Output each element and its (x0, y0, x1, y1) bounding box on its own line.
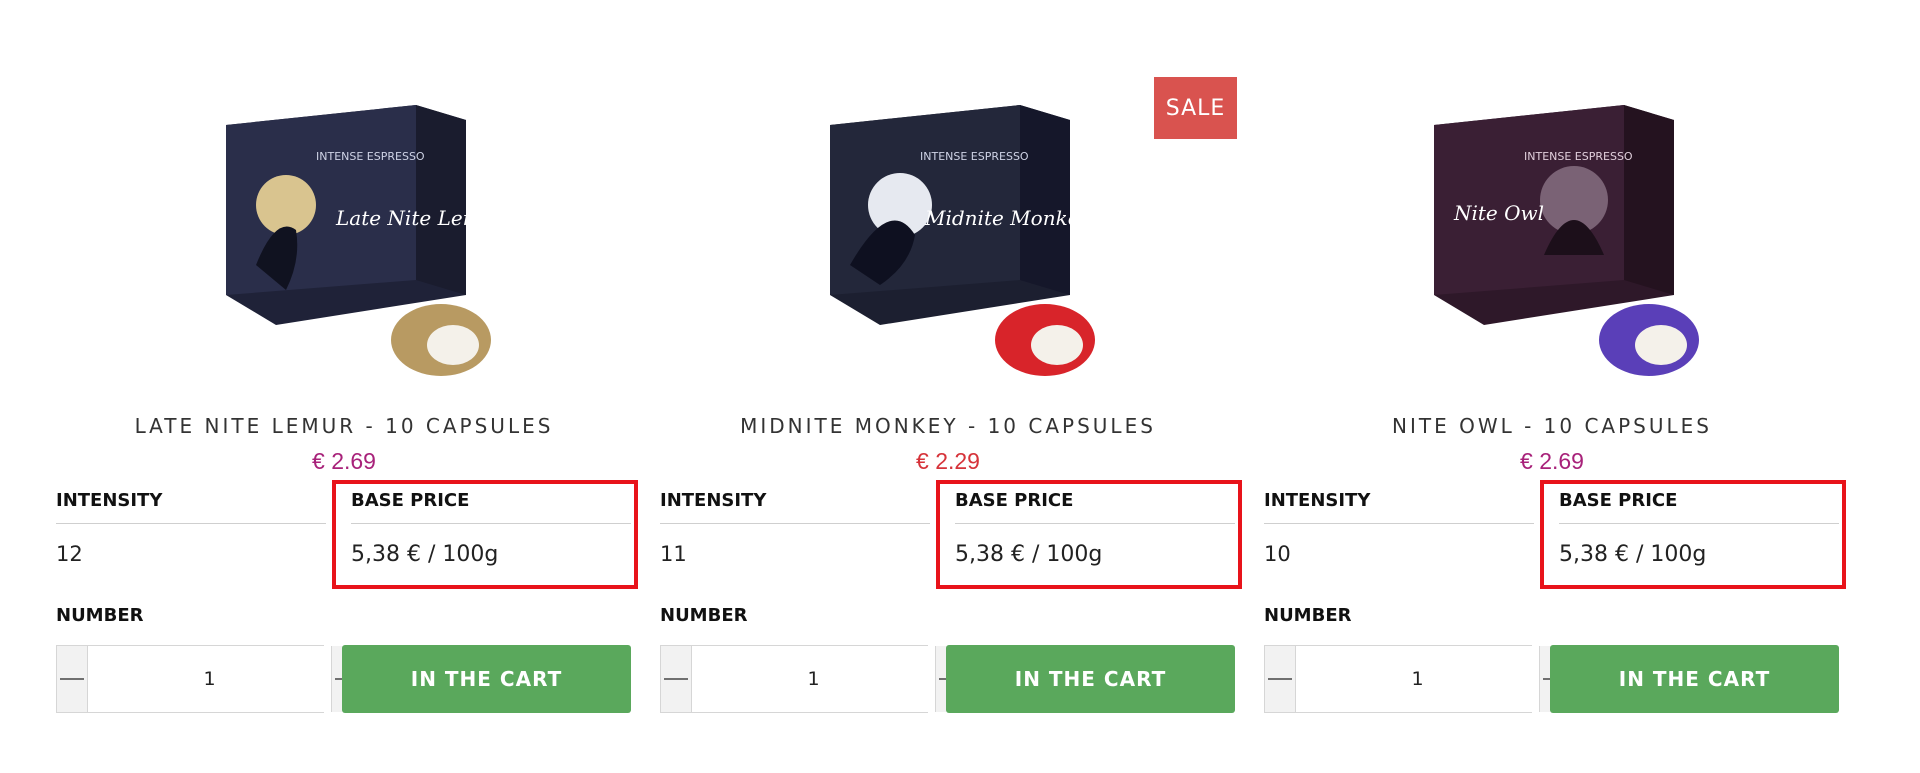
product-title[interactable]: NITE OWL - 10 CAPSULES (1264, 414, 1840, 438)
product-price: € 2.69 (1520, 448, 1584, 474)
quantity-stepper (1264, 645, 1570, 713)
product-price: € 2.69 (312, 448, 376, 474)
svg-text:Midnite Monkey: Midnite Monkey (924, 206, 1092, 230)
svg-text:INTENSE ESPRESSO: INTENSE ESPRESSO (920, 150, 1029, 163)
svg-text:Late Nite Lemur: Late Nite Lemur (335, 206, 506, 230)
add-to-cart-button[interactable]: IN THE CART (946, 645, 1235, 713)
intensity-label: INTENSITY (56, 490, 326, 524)
base-price-highlight-box (1540, 480, 1846, 589)
minus-icon (60, 678, 84, 680)
intensity-label: INTENSITY (1264, 490, 1534, 524)
product-image[interactable]: INTENSE ESPRESSO Midnite Monkey (820, 95, 1120, 385)
quantity-stepper (56, 645, 362, 713)
minus-icon (1268, 678, 1292, 680)
intensity-column: INTENSITY 10 (1264, 490, 1534, 566)
product-card-midnite-monkey: SALE INTENSE ESPRESSO Midnite Monkey MID… (660, 0, 1242, 773)
decrement-button[interactable] (661, 646, 691, 712)
quantity-stepper (660, 645, 966, 713)
intensity-value: 12 (56, 542, 83, 566)
add-to-cart-button[interactable]: IN THE CART (1550, 645, 1839, 713)
product-image[interactable]: INTENSE ESPRESSO Late Nite Lemur (216, 95, 516, 385)
product-image[interactable]: INTENSE ESPRESSO Nite Owl (1424, 95, 1724, 385)
intensity-column: INTENSITY 11 (660, 490, 930, 566)
base-price-highlight-box (332, 480, 638, 589)
add-to-cart-button[interactable]: IN THE CART (342, 645, 631, 713)
intensity-label: INTENSITY (660, 490, 930, 524)
intensity-value: 11 (660, 542, 687, 566)
decrement-button[interactable] (57, 646, 87, 712)
quantity-input[interactable] (1295, 646, 1540, 712)
svg-text:INTENSE ESPRESSO: INTENSE ESPRESSO (316, 150, 425, 163)
decrement-button[interactable] (1265, 646, 1295, 712)
number-label: NUMBER (56, 605, 144, 626)
product-title[interactable]: LATE NITE LEMUR - 10 CAPSULES (56, 414, 632, 438)
product-card-late-nite-lemur: INTENSE ESPRESSO Late Nite Lemur LATE NI… (56, 0, 638, 773)
product-price: € 2.29 (916, 448, 980, 474)
svg-text:INTENSE ESPRESSO: INTENSE ESPRESSO (1524, 150, 1633, 163)
svg-text:Nite Owl: Nite Owl (1453, 201, 1544, 225)
product-card-nite-owl: INTENSE ESPRESSO Nite Owl NITE OWL - 10 … (1264, 0, 1846, 773)
product-title[interactable]: MIDNITE MONKEY - 10 CAPSULES (660, 414, 1236, 438)
quantity-input[interactable] (691, 646, 936, 712)
intensity-value: 10 (1264, 542, 1291, 566)
base-price-highlight-box (936, 480, 1242, 589)
sale-badge: SALE (1154, 77, 1237, 139)
number-label: NUMBER (1264, 605, 1352, 626)
minus-icon (664, 678, 688, 680)
quantity-input[interactable] (87, 646, 332, 712)
number-label: NUMBER (660, 605, 748, 626)
intensity-column: INTENSITY 12 (56, 490, 326, 566)
